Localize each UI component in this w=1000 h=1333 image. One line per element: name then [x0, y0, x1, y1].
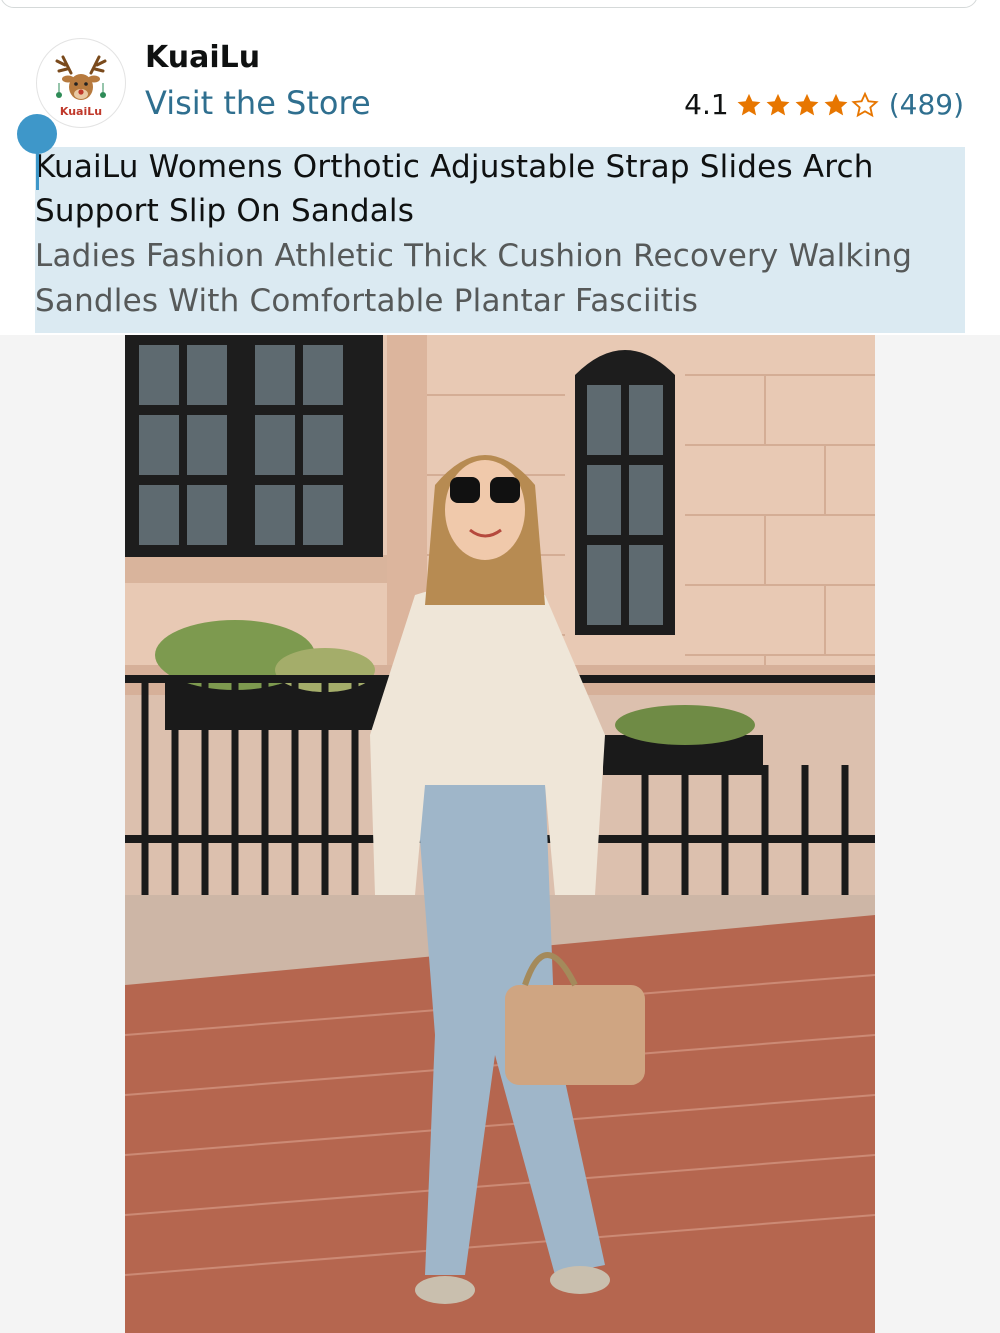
brand-logo[interactable]: KuaiLu: [36, 38, 126, 128]
store-name: KuaiLu: [145, 40, 261, 75]
product-image[interactable]: [125, 335, 875, 1333]
rating-summary[interactable]: 4.1 (489): [684, 88, 964, 121]
star-filled-icon: [795, 93, 819, 115]
reindeer-logo-icon: KuaiLu: [55, 55, 107, 118]
star-rating: [735, 91, 879, 119]
star-filled-icon: [766, 93, 790, 115]
rating-value: 4.1: [684, 88, 729, 121]
product-subtitle-line-2[interactable]: Sandles With Comfortable Plantar Fasciit…: [35, 283, 698, 319]
text-selection-handle[interactable]: [17, 114, 57, 154]
star-filled-icon: [824, 93, 848, 115]
star-empty-icon: [851, 91, 879, 117]
product-subtitle-line-1[interactable]: Ladies Fashion Athletic Thick Cushion Re…: [35, 238, 912, 274]
review-count-link[interactable]: (489): [889, 88, 964, 121]
search-bar-edge[interactable]: [0, 0, 978, 8]
svg-text:KuaiLu: KuaiLu: [60, 105, 102, 118]
text-selection-caret: [36, 148, 39, 190]
star-filled-icon: [737, 93, 761, 115]
visit-store-link[interactable]: Visit the Store: [145, 84, 371, 122]
product-photo: [125, 335, 875, 1333]
product-title-line-1[interactable]: KuaiLu Womens Orthotic Adjustable Strap …: [35, 149, 874, 185]
product-title-line-2[interactable]: Support Slip On Sandals: [35, 193, 414, 229]
